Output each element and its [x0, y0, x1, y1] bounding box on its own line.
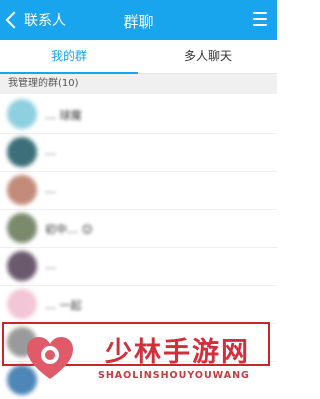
watermark-logo-icon: [27, 337, 73, 379]
group-name: 初中… 😊: [45, 223, 93, 236]
group-row[interactable]: … 球魔: [0, 95, 277, 134]
group-row[interactable]: …: [0, 171, 277, 210]
group-avatar: [7, 99, 37, 129]
top-bar: 联系人 群聊: [0, 0, 277, 40]
tab-my-groups[interactable]: 我的群: [0, 40, 138, 74]
page-title: 群聊: [123, 13, 154, 31]
watermark: 少林手游网 SHAOLINSHOUYOUWANG: [25, 330, 270, 394]
group-row[interactable]: …: [0, 133, 277, 172]
group-row[interactable]: … 一起: [0, 285, 277, 324]
group-avatar: [7, 175, 37, 205]
group-name: …: [45, 145, 56, 158]
group-avatar: [7, 213, 37, 243]
tab-multi-chat[interactable]: 多人聊天: [139, 40, 277, 73]
group-name: …: [45, 259, 56, 272]
group-row[interactable]: …: [0, 247, 277, 286]
section-header: 我管理的群(10): [0, 74, 277, 94]
group-name: … 球魔: [45, 109, 82, 122]
tab-bar: 我的群 多人聊天: [0, 40, 277, 74]
group-avatar: [7, 289, 37, 319]
watermark-subtext: SHAOLINSHOUYOUWANG: [98, 370, 250, 381]
watermark-text: 少林手游网: [105, 337, 250, 368]
menu-icon[interactable]: [253, 12, 267, 26]
group-row[interactable]: 初中… 😊: [0, 209, 277, 248]
group-name: …: [45, 183, 56, 196]
group-name: … 一起: [45, 299, 82, 312]
group-avatar: [7, 251, 37, 281]
group-avatar: [7, 137, 37, 167]
